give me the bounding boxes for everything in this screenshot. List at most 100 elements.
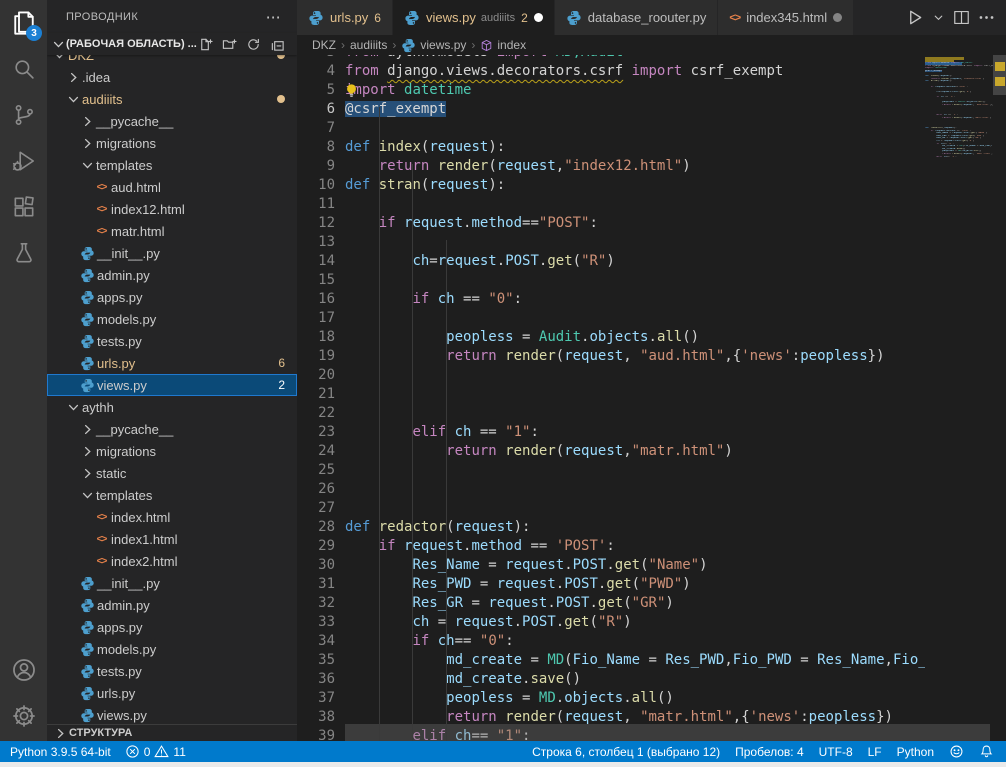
status-eol[interactable]: LF bbox=[868, 745, 882, 759]
tree-item-init-py[interactable]: __init__.py bbox=[47, 572, 297, 594]
activity-item-extensions[interactable] bbox=[0, 184, 47, 230]
horizontal-scrollbar[interactable] bbox=[345, 724, 990, 741]
code-line[interactable] bbox=[345, 366, 925, 385]
tree-item-matr-html[interactable]: <>matr.html bbox=[47, 220, 297, 242]
tree-item-init-py[interactable]: __init__.py bbox=[47, 242, 297, 264]
tree-item-pycache[interactable]: __pycache__ bbox=[47, 110, 297, 132]
tree-item-urls-py[interactable]: urls.py bbox=[47, 682, 297, 704]
code-line[interactable]: return render(request,"matr.html") bbox=[345, 442, 925, 461]
activity-item-source-control[interactable] bbox=[0, 92, 47, 138]
code-line[interactable]: Res_Name = request.POST.get("Name") bbox=[345, 556, 925, 575]
status-language-mode[interactable]: Python bbox=[897, 745, 934, 759]
activity-item-explorer[interactable]: 3 bbox=[0, 0, 47, 46]
code-line[interactable]: Res_PWD = request.POST.get("PWD") bbox=[345, 575, 925, 594]
tree-item-index-html[interactable]: <>index.html bbox=[47, 506, 297, 528]
outline-section-header[interactable]: СТРУКТУРА bbox=[47, 724, 297, 741]
tree-item-idea[interactable]: .idea bbox=[47, 66, 297, 88]
code-line[interactable] bbox=[345, 271, 925, 290]
activity-item-testing[interactable] bbox=[0, 230, 47, 276]
code-line[interactable]: def index(request): bbox=[345, 138, 925, 157]
unsaved-dot-icon[interactable] bbox=[833, 13, 842, 22]
code-line[interactable]: import datetime bbox=[345, 81, 925, 100]
status-cursor-position[interactable]: Строка 6, столбец 1 (выбрано 12) bbox=[532, 745, 720, 759]
activity-item-account[interactable] bbox=[0, 647, 47, 693]
tree-item-admin-py[interactable]: admin.py bbox=[47, 264, 297, 286]
breadcrumb-item-dkz[interactable]: DKZ bbox=[312, 38, 336, 52]
code-editor[interactable]: 1234567891011121314151617181920212223242… bbox=[297, 55, 1006, 741]
tab-views-py[interactable]: views.pyaudiiits2 bbox=[393, 0, 555, 35]
tree-item-admin-py[interactable]: admin.py bbox=[47, 594, 297, 616]
code-line[interactable]: md_create.save() bbox=[345, 670, 925, 689]
code-line[interactable] bbox=[345, 309, 925, 328]
tree-item-index1-html[interactable]: <>index1.html bbox=[47, 528, 297, 550]
workspace-section-header[interactable]: (РАБОЧАЯ ОБЛАСТЬ) ... bbox=[47, 33, 297, 55]
tree-item-views-py[interactable]: views.py bbox=[47, 704, 297, 726]
code-line[interactable]: ch = request.POST.get("R") bbox=[345, 613, 925, 632]
tree-item-urls-py[interactable]: urls.py6 bbox=[47, 352, 297, 374]
more-actions-icon[interactable] bbox=[975, 6, 998, 29]
new-folder-icon[interactable] bbox=[222, 37, 237, 52]
code-line[interactable]: elif ch == "1": bbox=[345, 423, 925, 442]
tab-index345-html[interactable]: <>index345.html bbox=[718, 0, 854, 35]
code-content[interactable]: from aythh.models import MD,Auditfrom dj… bbox=[345, 55, 925, 741]
activity-item-settings[interactable] bbox=[0, 693, 47, 739]
status-problems[interactable]: 011 bbox=[125, 744, 186, 759]
tree-item-tests-py[interactable]: tests.py bbox=[47, 660, 297, 682]
tree-item-models-py[interactable]: models.py bbox=[47, 308, 297, 330]
tree-item-migrations[interactable]: migrations bbox=[47, 132, 297, 154]
code-line[interactable]: return render(request, "aud.html",{'news… bbox=[345, 347, 925, 366]
code-line[interactable]: ch=request.POST.get("R") bbox=[345, 252, 925, 271]
activity-item-run-debug[interactable] bbox=[0, 138, 47, 184]
code-line[interactable]: return render(request,"index12.html") bbox=[345, 157, 925, 176]
code-line[interactable] bbox=[345, 480, 925, 499]
tree-item-pycache[interactable]: __pycache__ bbox=[47, 418, 297, 440]
code-line[interactable]: peopless = Audit.objects.all() bbox=[345, 328, 925, 347]
vertical-scrollbar[interactable] bbox=[993, 55, 1006, 95]
code-line[interactable]: from aythh.models import MD,Audit bbox=[345, 55, 925, 62]
status-indentation[interactable]: Пробелов: 4 bbox=[735, 745, 804, 759]
breadcrumb-item-views-py[interactable]: views.py bbox=[401, 38, 466, 53]
status-notifications[interactable] bbox=[979, 744, 994, 759]
tab-database-roouter-py[interactable]: database_roouter.py bbox=[555, 0, 719, 35]
code-line[interactable] bbox=[345, 499, 925, 518]
code-line[interactable]: if request.method=="POST": bbox=[345, 214, 925, 233]
run-icon[interactable] bbox=[904, 6, 927, 29]
code-line[interactable]: if ch == "0": bbox=[345, 290, 925, 309]
code-line[interactable]: from django.views.decorators.csrf import… bbox=[345, 62, 925, 81]
tree-item-apps-py[interactable]: apps.py bbox=[47, 616, 297, 638]
minimap[interactable]: from aythh.models import MD,Auditfrom dj… bbox=[925, 57, 993, 158]
code-line[interactable]: md_create = MD(Fio_Name = Res_PWD,Fio_PW… bbox=[345, 651, 925, 670]
tree-item-static[interactable]: static bbox=[47, 462, 297, 484]
collapse-all-icon[interactable] bbox=[270, 37, 285, 52]
split-editor-icon[interactable] bbox=[950, 6, 973, 29]
unsaved-dot-icon[interactable] bbox=[534, 13, 543, 22]
tree-item-tests-py[interactable]: tests.py bbox=[47, 330, 297, 352]
tab-urls-py[interactable]: urls.py6 bbox=[297, 0, 393, 35]
tree-item-index12-html[interactable]: <>index12.html bbox=[47, 198, 297, 220]
tree-item-index2-html[interactable]: <>index2.html bbox=[47, 550, 297, 572]
tree-item-apps-py[interactable]: apps.py bbox=[47, 286, 297, 308]
new-file-icon[interactable] bbox=[198, 37, 213, 52]
tree-item-audiiits[interactable]: audiiits bbox=[47, 88, 297, 110]
code-line[interactable]: if ch== "0": bbox=[345, 632, 925, 651]
status-python-version[interactable]: Python 3.9.5 64-bit bbox=[10, 745, 111, 759]
code-line[interactable]: Res_GR = request.POST.get("GR") bbox=[345, 594, 925, 613]
tree-item-migrations[interactable]: migrations bbox=[47, 440, 297, 462]
breadcrumb-item-audiiits[interactable]: audiiits bbox=[350, 38, 387, 52]
activity-item-search[interactable] bbox=[0, 46, 47, 92]
status-encoding[interactable]: UTF-8 bbox=[819, 745, 853, 759]
tree-item-templates[interactable]: templates bbox=[47, 484, 297, 506]
code-action-lightbulb-icon[interactable] bbox=[344, 83, 359, 99]
code-line[interactable]: def redactor(request): bbox=[345, 518, 925, 537]
code-line[interactable] bbox=[345, 385, 925, 404]
code-line[interactable] bbox=[345, 119, 925, 138]
code-line[interactable] bbox=[345, 195, 925, 214]
code-line[interactable] bbox=[345, 404, 925, 423]
tree-item-models-py[interactable]: models.py bbox=[47, 638, 297, 660]
code-line[interactable] bbox=[345, 233, 925, 252]
breadcrumb-item-index[interactable]: index bbox=[480, 38, 526, 52]
code-line[interactable]: def stran(request): bbox=[345, 176, 925, 195]
run-dropdown-icon[interactable] bbox=[929, 8, 948, 27]
sidebar-more-actions-icon[interactable]: ⋯ bbox=[266, 8, 281, 26]
code-line[interactable]: @csrf_exempt bbox=[345, 100, 925, 119]
